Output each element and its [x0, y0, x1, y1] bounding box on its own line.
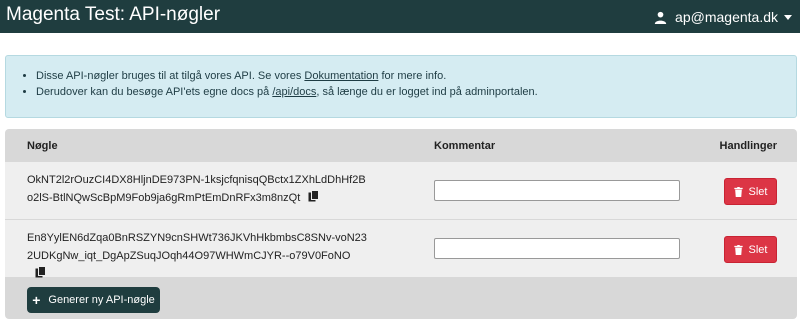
plus-icon: + [32, 292, 41, 308]
info-line-2: Derudover kan du besøge API'ets egne doc… [36, 84, 538, 100]
caret-down-icon [784, 14, 792, 20]
generate-api-key-button[interactable]: + Generer ny API-nøgle [27, 287, 160, 313]
user-menu[interactable]: ap@magenta.dk [654, 7, 792, 27]
api-keys-table: Nøgle Kommentar Handlinger OkNT2l2rOuzCI… [5, 129, 797, 319]
delete-button-label: Slet [748, 185, 768, 198]
comment-input[interactable] [434, 238, 680, 259]
table-row: OkNT2l2rOuzCI4DX8HljnDE973PN-1ksjcfqnisq… [5, 162, 797, 219]
api-key-value: OkNT2l2rOuzCI4DX8HljnDE973PN-1ksjcfqnisq… [27, 174, 366, 204]
column-header-comment: Kommentar [434, 140, 496, 152]
top-navbar: Magenta Test: API-nøgler ap@magenta.dk [0, 0, 800, 33]
copy-icon[interactable] [308, 190, 320, 202]
comment-input[interactable] [434, 180, 680, 201]
column-header-actions: Handlinger [719, 140, 777, 152]
info-alert: Disse API-nøgler bruges til at tilgå vor… [5, 55, 797, 118]
api-key-value: En8YylEN6dZqa0BnRSZYN9cnSHWt736JKVhHkbmb… [27, 229, 367, 283]
documentation-link[interactable]: Dokumentation [304, 70, 378, 82]
copy-icon[interactable] [35, 266, 47, 278]
user-icon [654, 11, 667, 24]
delete-button[interactable]: Slet [724, 236, 777, 263]
delete-button[interactable]: Slet [724, 178, 777, 205]
trash-icon [733, 244, 743, 255]
table-header: Nøgle Kommentar Handlinger [5, 129, 797, 162]
api-docs-link[interactable]: /api/docs [272, 86, 316, 98]
trash-icon [733, 186, 743, 197]
page-title: Magenta Test: API-nøgler [6, 4, 221, 25]
table-row: En8YylEN6dZqa0BnRSZYN9cnSHWt736JKVhHkbmb… [5, 220, 797, 278]
generate-button-label: Generer ny API-nøgle [48, 294, 155, 306]
user-email: ap@magenta.dk [675, 9, 778, 25]
delete-button-label: Slet [748, 243, 768, 256]
info-line-1: Disse API-nøgler bruges til at tilgå vor… [36, 68, 538, 84]
column-header-key: Nøgle [27, 140, 58, 152]
